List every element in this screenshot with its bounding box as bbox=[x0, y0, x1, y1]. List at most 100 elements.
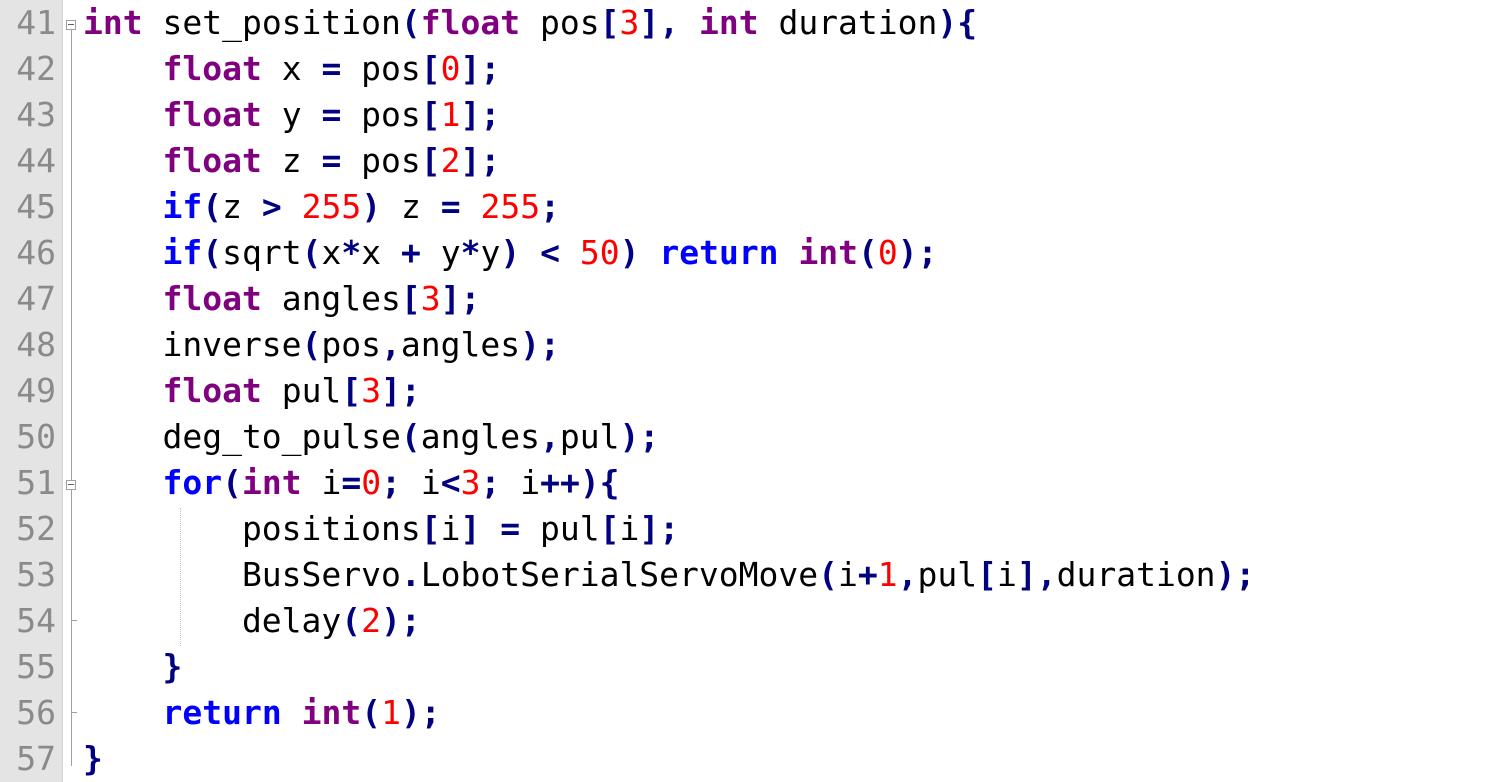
code-line[interactable]: 52 positions[i] = pul[i]; bbox=[0, 506, 1496, 552]
code-token: i bbox=[301, 463, 342, 502]
line-code: if(z > 255) z = 255; bbox=[83, 184, 559, 230]
code-token: i bbox=[619, 509, 640, 548]
code-token: [ bbox=[420, 141, 441, 180]
code-token: } bbox=[162, 647, 183, 686]
code-token: positions bbox=[83, 509, 421, 548]
code-token: ; bbox=[381, 463, 401, 502]
code-line[interactable]: 43 float y = pos[1]; bbox=[0, 92, 1496, 138]
code-token: duration bbox=[758, 3, 938, 42]
code-line[interactable]: 54 delay(2); bbox=[0, 598, 1496, 644]
code-token: = bbox=[341, 463, 362, 502]
line-code: float x = pos[0]; bbox=[83, 46, 500, 92]
code-token: ]; bbox=[460, 49, 501, 88]
code-token: [ bbox=[977, 555, 997, 594]
code-token: float bbox=[162, 49, 262, 88]
code-line[interactable]: 49 float pul[3]; bbox=[0, 368, 1496, 414]
code-token: ); bbox=[897, 233, 938, 272]
line-number: 56 bbox=[16, 693, 56, 732]
code-token: ); bbox=[619, 417, 660, 456]
code-token: angles bbox=[420, 417, 540, 456]
code-token: pos bbox=[341, 95, 421, 134]
line-number: 51 bbox=[16, 463, 56, 502]
code-line[interactable]: 48 inverse(pos,angles); bbox=[0, 322, 1496, 368]
code-token: * bbox=[460, 233, 481, 272]
line-code: deg_to_pulse(angles,pul); bbox=[83, 414, 659, 460]
code-line[interactable]: 57} bbox=[0, 736, 1496, 782]
code-token: y bbox=[480, 233, 501, 272]
code-token: 255 bbox=[301, 187, 362, 226]
code-editor[interactable]: 41 int set_position(float pos[3], int dur… bbox=[0, 0, 1496, 782]
code-token: 2 bbox=[361, 601, 382, 640]
line-code: float y = pos[1]; bbox=[83, 92, 500, 138]
line-number: 54 bbox=[16, 601, 56, 640]
code-token: if bbox=[162, 233, 203, 272]
code-token: = bbox=[321, 49, 342, 88]
code-token: 3 bbox=[619, 3, 640, 42]
code-token: 255 bbox=[480, 187, 541, 226]
code-token: ) bbox=[500, 233, 521, 272]
code-token: z bbox=[381, 187, 441, 226]
code-token: i bbox=[400, 463, 441, 502]
code-token: pul bbox=[559, 417, 620, 456]
code-token: i bbox=[500, 463, 541, 502]
code-line[interactable]: 56 return int(1); bbox=[0, 690, 1496, 736]
line-code: delay(2); bbox=[83, 598, 421, 644]
code-token: angles bbox=[400, 325, 521, 364]
line-code: float z = pos[2]; bbox=[83, 138, 500, 184]
code-token: angles bbox=[261, 279, 401, 318]
code-line[interactable]: 55 } bbox=[0, 644, 1496, 690]
line-number: 44 bbox=[16, 141, 56, 180]
line-code: for(int i=0; i<3; i++){ bbox=[83, 460, 619, 506]
code-token: [ bbox=[599, 3, 620, 42]
code-token: i bbox=[440, 509, 461, 548]
code-token: ( bbox=[858, 233, 878, 272]
line-number: 43 bbox=[16, 95, 56, 134]
code-line[interactable]: 47 float angles[3]; bbox=[0, 276, 1496, 322]
code-token: x bbox=[261, 49, 322, 88]
code-token: ) bbox=[361, 187, 382, 226]
code-token: [ bbox=[420, 95, 441, 134]
code-token: [ bbox=[599, 509, 620, 548]
line-number: 55 bbox=[16, 647, 56, 686]
code-line[interactable]: 53 BusServo.LobotSerialServoMove(i+1,pul… bbox=[0, 552, 1496, 598]
line-code: if(sqrt(x*x + y*y) < 50) return int(0); bbox=[83, 230, 938, 276]
code-token: pos bbox=[341, 49, 421, 88]
code-token: ( bbox=[400, 417, 421, 456]
code-token: 0 bbox=[877, 233, 898, 272]
line-code: int set_position(float pos[3], int durat… bbox=[83, 0, 977, 46]
code-line[interactable]: 42 float x = pos[0]; bbox=[0, 46, 1496, 92]
code-token: x bbox=[321, 233, 342, 272]
code-token: 3 bbox=[420, 279, 441, 318]
code-line[interactable]: 50 deg_to_pulse(angles,pul); bbox=[0, 414, 1496, 460]
code-token: int bbox=[241, 463, 302, 502]
code-token: pul bbox=[917, 555, 978, 594]
code-token: pos bbox=[321, 325, 382, 364]
code-line[interactable]: 44 float z = pos[2]; bbox=[0, 138, 1496, 184]
code-token: for bbox=[162, 463, 223, 502]
line-code: positions[i] = pul[i]; bbox=[83, 506, 679, 552]
code-token: ] bbox=[460, 509, 481, 548]
code-token: ); bbox=[400, 693, 441, 732]
code-line[interactable]: 46 if(sqrt(x*x + y*y) < 50) return int(0… bbox=[0, 230, 1496, 276]
code-token: ( bbox=[361, 693, 382, 732]
code-token: . bbox=[400, 555, 421, 594]
code-line[interactable]: 45 if(z > 255) z = 255; bbox=[0, 184, 1496, 230]
code-token: x bbox=[361, 233, 401, 272]
code-token: ]; bbox=[460, 141, 501, 180]
code-token: ); bbox=[381, 601, 421, 640]
code-token: ]; bbox=[639, 509, 680, 548]
code-token: delay bbox=[83, 601, 342, 640]
code-line[interactable]: 41 int set_position(float pos[3], int dur… bbox=[0, 0, 1496, 46]
code-token: ]; bbox=[440, 279, 481, 318]
code-line[interactable]: 51 for(int i=0; i<3; i++){ bbox=[0, 460, 1496, 506]
code-token: sqrt bbox=[222, 233, 302, 272]
